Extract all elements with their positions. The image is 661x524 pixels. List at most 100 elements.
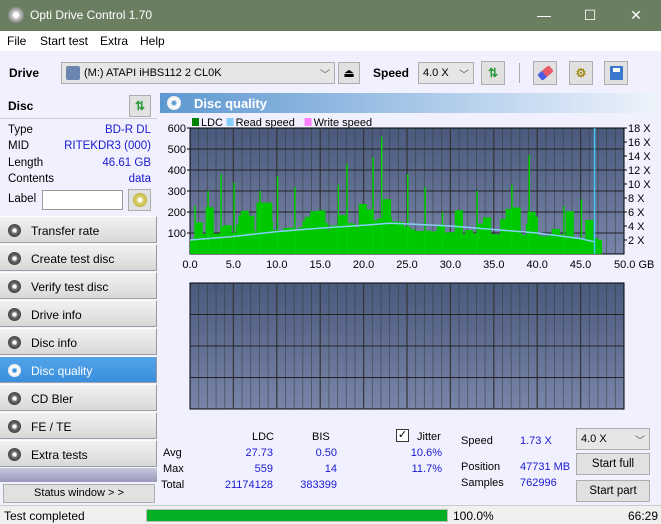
x-tick-label: 40.0 — [526, 259, 547, 271]
settings-button[interactable]: ⚙ — [569, 61, 593, 85]
menu-help[interactable]: Help — [140, 34, 165, 48]
status-bar: Test completed 100.0% 66:29 — [0, 505, 661, 524]
disc-label-input[interactable] — [42, 190, 123, 210]
disc-type-row: Type BD-R DL — [8, 124, 151, 140]
max-label: Max — [163, 463, 184, 475]
disc-label-button[interactable] — [128, 189, 151, 211]
disc-contents-value: data — [128, 173, 151, 185]
menu-file[interactable]: File — [7, 34, 26, 48]
avg-ldc-value: 27.73 — [245, 447, 273, 459]
x-tick-label: 0.0 — [182, 259, 197, 271]
verify-disc-icon — [8, 280, 21, 293]
y-tick-label: 500 — [168, 144, 186, 156]
menu-bar: File Start test Extra Help — [0, 31, 661, 51]
test-speed-select[interactable]: 4.0 X ﹀ — [576, 428, 650, 450]
chevron-down-icon: ﹀ — [320, 70, 330, 81]
y2-tick-label: 18 X — [628, 123, 651, 135]
total-label: Total — [161, 479, 185, 491]
disc-title: Disc — [8, 99, 34, 113]
speed-select[interactable]: 4.0 X ﹀ — [418, 62, 474, 84]
extra-tests-icon — [8, 448, 21, 461]
disc-info-icon — [8, 336, 21, 349]
erase-button[interactable] — [533, 61, 557, 85]
nav-transfer-rate[interactable]: Transfer rate — [0, 216, 157, 243]
y-tick-label: 200 — [168, 207, 186, 219]
nav-label: FE / TE — [31, 420, 72, 434]
refresh-arrows-icon: ⇅ — [487, 66, 499, 80]
nav-fe-te[interactable]: FE / TE — [0, 412, 157, 439]
speed-value: 4.0 X — [423, 67, 449, 79]
progress-text: 100.0% — [453, 509, 494, 523]
x-tick-label: 30.0 — [440, 259, 461, 271]
start-full-button[interactable]: Start full — [576, 453, 650, 475]
legend-swatch — [304, 118, 312, 126]
minimize-button[interactable]: — — [521, 0, 567, 31]
start-part-button[interactable]: Start part — [576, 480, 650, 502]
nav-verify-test-disc[interactable]: Verify test disc — [0, 272, 157, 299]
y2-tick-label: 8 X — [628, 193, 645, 205]
nav-cd-bler[interactable]: CD Bler — [0, 384, 157, 411]
spike-bar — [441, 212, 444, 254]
avg-label: Avg — [163, 447, 182, 459]
spike-bar — [194, 205, 196, 254]
nav-extra-tests[interactable]: Extra tests — [0, 440, 157, 467]
y2-tick-label: 6 X — [628, 207, 645, 219]
disc-quality-icon — [167, 96, 181, 110]
max-bis-value: 14 — [324, 463, 337, 475]
window-title: Opti Drive Control 1.70 — [30, 8, 153, 22]
fe-te-icon — [8, 420, 21, 433]
cd-bler-icon — [8, 392, 21, 405]
status-window-button[interactable]: Status window > > — [3, 484, 155, 503]
drive-select[interactable]: (M:) ATAPI iHBS112 2 CL0K ﹀ — [61, 62, 335, 84]
nav-disc-quality[interactable]: Disc quality — [0, 356, 157, 383]
x-tick-label: 25.0 — [396, 259, 417, 271]
panel-header: Disc quality — [160, 93, 658, 113]
refresh-button[interactable]: ⇅ — [481, 61, 505, 85]
eject-button[interactable]: ⏏ — [338, 62, 360, 84]
disc-contents-row: Contents data — [8, 173, 151, 189]
spike-bar — [337, 184, 340, 254]
disc-header: Disc ⇅ — [0, 91, 157, 119]
y2-tick-label: 14 X — [628, 151, 651, 163]
max-jitter-value: 11.7% — [411, 463, 442, 475]
close-button[interactable]: ✕ — [613, 0, 659, 31]
spike-bar — [259, 191, 261, 254]
panel-title: Disc quality — [194, 96, 267, 111]
y2-tick-label: 16 X — [628, 137, 651, 149]
save-button[interactable] — [604, 61, 628, 85]
legend-swatch — [192, 118, 199, 126]
y-tick-label: 400 — [168, 165, 186, 177]
spike-bar — [580, 199, 583, 254]
disc-type-value: BD-R DL — [104, 124, 151, 136]
menu-start-test[interactable]: Start test — [40, 34, 88, 48]
chevron-down-icon: ﹀ — [459, 70, 469, 81]
max-ldc-value: 559 — [254, 463, 273, 475]
disc-refresh-button[interactable]: ⇅ — [129, 95, 151, 117]
menu-extra[interactable]: Extra — [100, 34, 128, 48]
nav-create-test-disc[interactable]: Create test disc — [0, 244, 157, 271]
test-speed-value: 4.0 X — [581, 433, 607, 445]
disc-length-row: Length 46.61 GB — [8, 157, 151, 173]
spike-bar — [294, 186, 296, 254]
jitter-checkbox[interactable]: ✓ — [396, 429, 409, 442]
eraser-icon — [537, 65, 554, 81]
y2-tick-label: 4 X — [628, 221, 645, 233]
drive-icon — [66, 66, 80, 80]
spike-bar — [276, 176, 279, 254]
nav-label: Create test disc — [31, 252, 115, 266]
nav-disc-info[interactable]: Disc info — [0, 328, 157, 355]
spike-bar — [528, 155, 531, 254]
nav-drive-info[interactable]: Drive info — [0, 300, 157, 327]
spike-bar — [511, 184, 513, 254]
x-tick-label: 35.0 — [483, 259, 504, 271]
nav-filler — [0, 468, 157, 482]
disc-quality-icon — [8, 364, 21, 377]
samples-label: Samples — [461, 477, 504, 489]
nav-label: Extra tests — [31, 448, 88, 462]
spike-bar — [476, 191, 478, 254]
speed-label: Speed — [373, 66, 410, 80]
elapsed-time: 66:29 — [628, 509, 659, 523]
y2-tick-label: 10 X — [628, 179, 651, 191]
maximize-button[interactable]: ☐ — [567, 0, 613, 31]
y-tick-label: 300 — [168, 186, 186, 198]
